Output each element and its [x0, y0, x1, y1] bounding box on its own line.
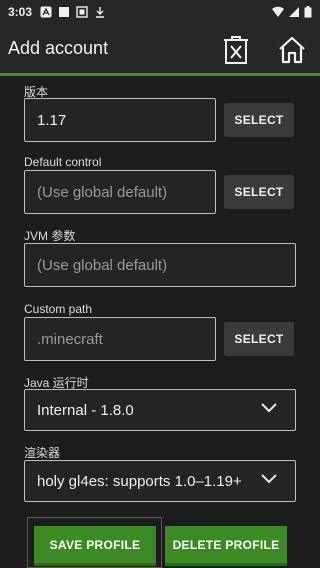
delete-profile-icon: [224, 36, 248, 64]
delete-profile-button-bottom[interactable]: DELETE PROFILE: [165, 526, 287, 566]
page-title: Add account: [8, 38, 109, 58]
control-field[interactable]: (Use global default): [24, 170, 216, 214]
control-label: Default control: [24, 155, 102, 169]
status-bar: 3:03: [0, 0, 320, 24]
path-select-button[interactable]: SELECT: [224, 322, 294, 356]
custom-path-field[interactable]: .minecraft: [24, 317, 216, 361]
download-notification-icon: [96, 7, 105, 18]
home-button[interactable]: [276, 34, 308, 66]
renderer-dropdown[interactable]: holy gl4es: supports 1.0–1.19+: [24, 460, 296, 502]
delete-profile-button[interactable]: [220, 34, 252, 66]
image-notification-icon: [76, 6, 88, 18]
renderer-value: holy gl4es: supports 1.0–1.19+: [37, 472, 242, 490]
jvm-label: JVM 参数: [24, 229, 76, 243]
home-icon: [279, 36, 305, 64]
app-bar: Add account: [0, 24, 320, 76]
chevron-down-icon: [261, 474, 277, 484]
java-runtime-dropdown[interactable]: Internal - 1.8.0: [24, 389, 296, 431]
notification-a-icon: [40, 6, 52, 18]
save-profile-button[interactable]: SAVE PROFILE: [34, 526, 156, 566]
version-field[interactable]: 1.17: [24, 98, 216, 142]
java-runtime-value: Internal - 1.8.0: [37, 401, 134, 419]
chevron-down-icon: [261, 403, 277, 413]
renderer-label: 渲染器: [24, 446, 61, 460]
control-select-button[interactable]: SELECT: [224, 175, 294, 209]
square-notification-icon: [59, 7, 70, 17]
signal-icon: [289, 7, 299, 17]
wifi-icon: [272, 6, 284, 17]
path-label: Custom path: [24, 302, 93, 316]
version-select-button[interactable]: SELECT: [224, 103, 294, 137]
status-time: 3:03: [8, 5, 33, 19]
jvm-args-field[interactable]: (Use global default): [24, 243, 296, 287]
battery-icon: [304, 6, 312, 18]
